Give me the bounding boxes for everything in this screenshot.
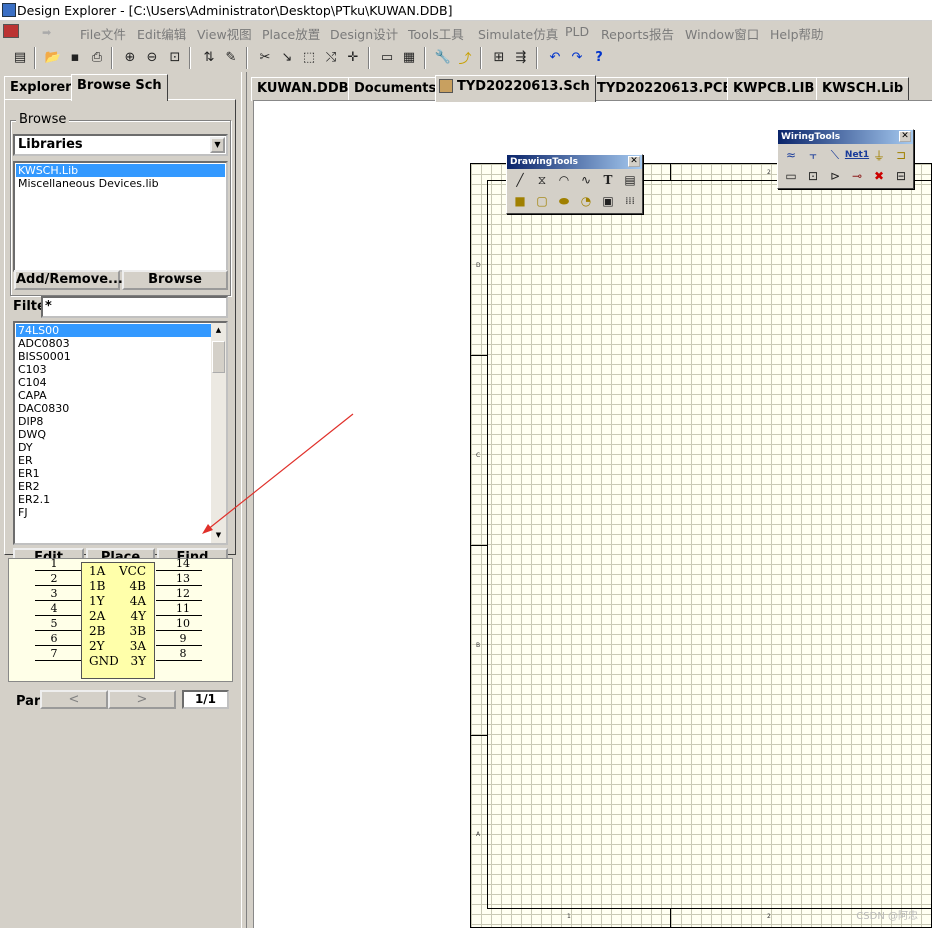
tab-browse-sch[interactable]: Browse Sch: [71, 74, 168, 101]
arrow-head-icon: [202, 524, 213, 534]
arrow-line: [206, 413, 354, 531]
tab-sch[interactable]: TYD20220613.Sch: [435, 75, 596, 102]
tab-sch-label: TYD20220613.Sch: [457, 79, 590, 94]
watermark: CSDN @阿忠: [856, 911, 918, 922]
schematic-icon: [439, 79, 453, 93]
annotation-arrow: [202, 413, 354, 534]
